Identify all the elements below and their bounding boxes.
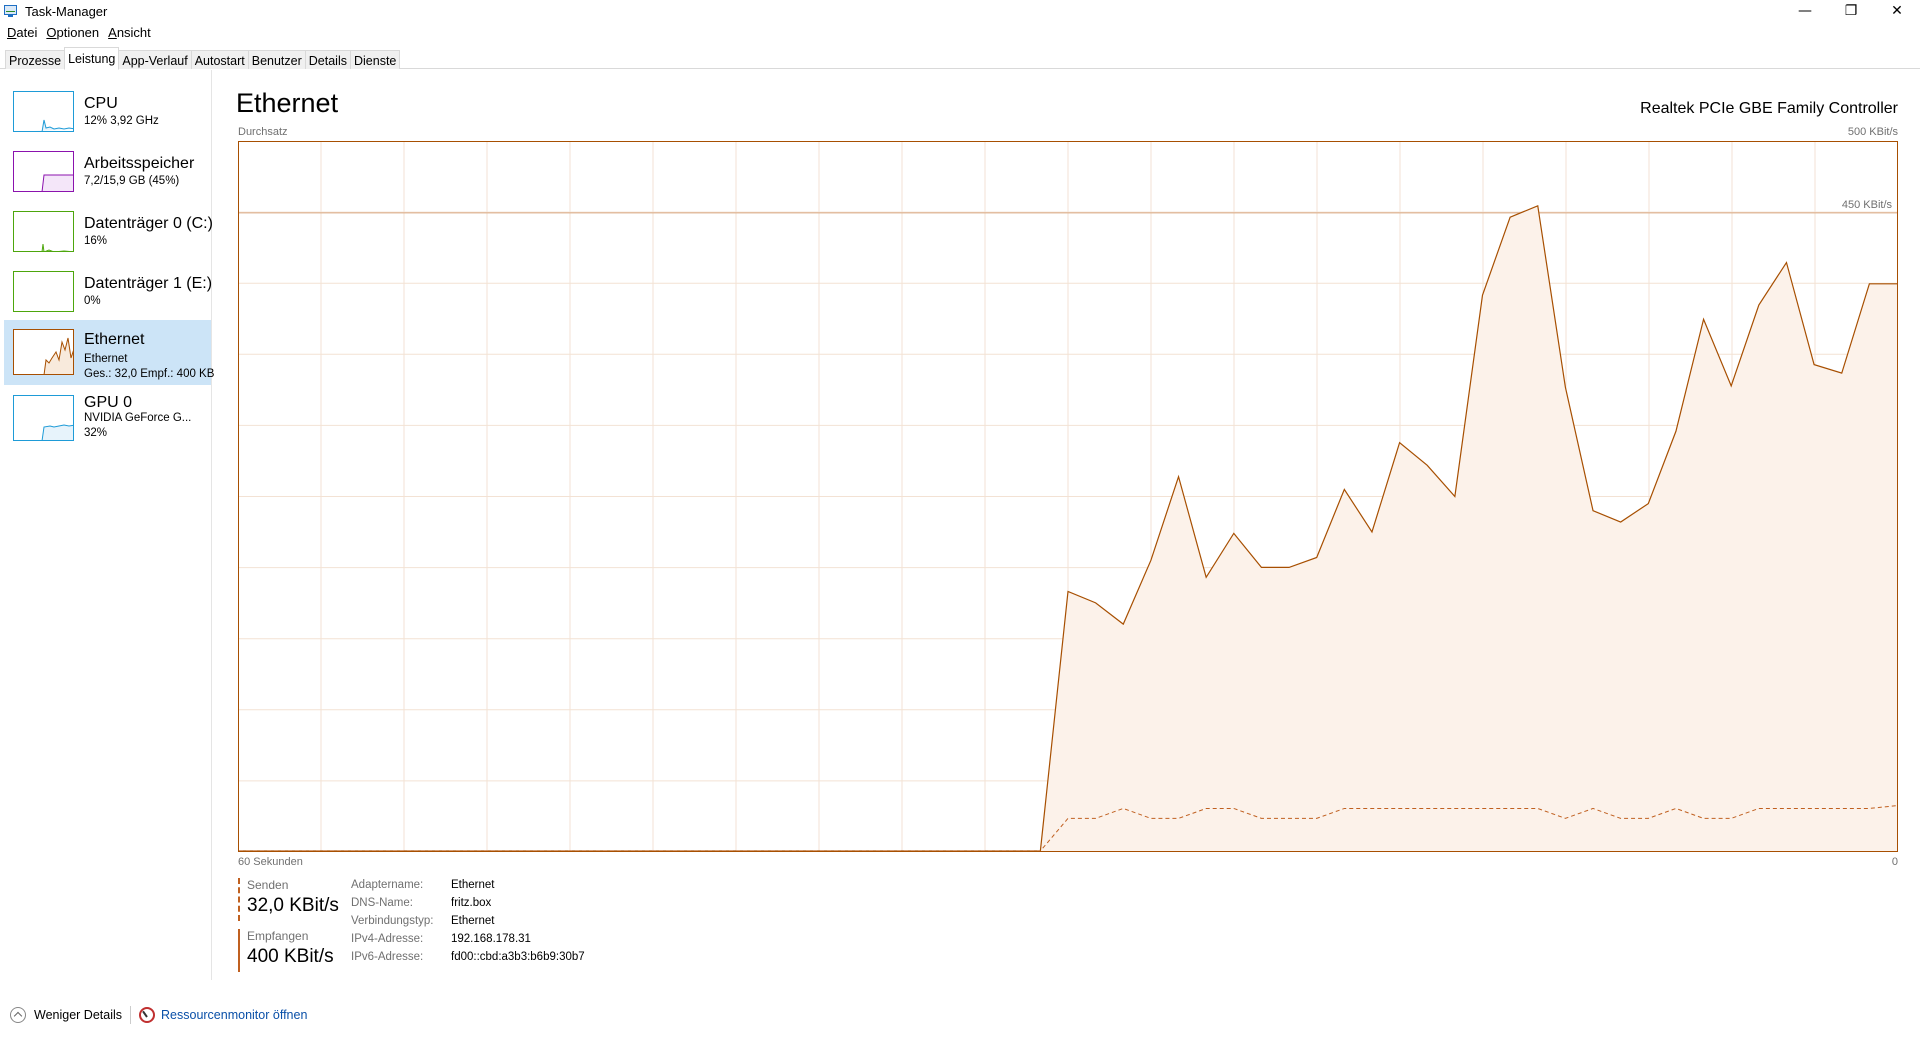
footer-bar: Weniger Details Ressourcenmonitor öffnen <box>0 1004 1920 1026</box>
adapter-properties: Adaptername: Ethernet DNS-Name: fritz.bo… <box>351 879 585 969</box>
property-value: fd00::cbd:a3b3:b6b9:30b7 <box>451 951 585 963</box>
send-label: Senden <box>247 878 289 892</box>
receive-stat: Empfangen 400 KBit/s <box>238 929 334 972</box>
property-row: IPv6-Adresse: fd00::cbd:a3b3:b6b9:30b7 <box>351 951 585 969</box>
property-row: DNS-Name: fritz.box <box>351 897 585 915</box>
menu-ansicht[interactable]: Ansicht <box>101 22 151 42</box>
chart-max-label: 500 KBit/s <box>1847 126 1898 138</box>
fewer-details-button[interactable]: Weniger Details <box>34 1008 122 1022</box>
property-value: 192.168.178.31 <box>451 933 531 945</box>
sidebar-item-detail: 16% <box>84 235 108 247</box>
tab-benutzer[interactable]: Benutzer <box>247 50 306 69</box>
sidebar-item-detail: 7,2/15,9 GB (45%) <box>84 175 180 187</box>
chart-title: Durchsatz <box>238 126 288 138</box>
sidebar-item-title: Datenträger 1 (E:) <box>84 275 213 292</box>
disk-thumbnail-graph <box>13 211 74 252</box>
chart-time-start: 60 Sekunden <box>238 856 303 868</box>
disk-thumbnail-graph <box>13 271 74 312</box>
tab-app-verlauf[interactable]: App-Verlauf <box>118 50 192 69</box>
property-row: Adaptername: Ethernet <box>351 879 585 897</box>
sidebar-item-disk-1[interactable]: Datenträger 1 (E:) 0% <box>4 258 213 318</box>
sidebar-item-detail: Ethernet <box>84 353 128 365</box>
scale-line-label: 450 KBit/s <box>1842 199 1893 211</box>
footer-divider <box>130 1006 132 1024</box>
property-key: Verbindungstyp: <box>351 915 434 927</box>
throughput-chart-svg: 450 KBit/s <box>238 141 1898 852</box>
cpu-thumbnail-graph <box>13 91 74 132</box>
property-value: Ethernet <box>451 915 495 927</box>
property-key: IPv4-Adresse: <box>351 933 424 945</box>
sidebar-item-disk-0[interactable]: Datenträger 0 (C:) 16% <box>4 198 213 258</box>
sidebar-item-detail: NVIDIA GeForce G... <box>84 412 192 424</box>
title-bar: Task-Manager — ❐ ✕ <box>0 0 1920 22</box>
tab-prozesse[interactable]: Prozesse <box>5 50 66 69</box>
tab-autostart[interactable]: Autostart <box>190 50 249 69</box>
sidebar-item-detail: 32% <box>84 427 108 439</box>
chart-time-end: 0 <box>1891 856 1898 868</box>
gpu-thumbnail-graph <box>13 395 74 441</box>
close-button[interactable]: ✕ <box>1874 0 1920 22</box>
sidebar-item-title: Datenträger 0 (C:) <box>84 215 213 232</box>
adapter-model: Realtek PCIe GBE Family Controller <box>1640 100 1898 117</box>
menu-datei[interactable]: Datei <box>0 22 37 42</box>
minimize-button[interactable]: — <box>1782 0 1828 22</box>
sidebar-item-ethernet[interactable]: Ethernet Ethernet Ges.: 32,0 Empf.: 400 … <box>4 320 215 385</box>
maximize-button[interactable]: ❐ <box>1828 0 1874 22</box>
memory-thumbnail-graph <box>13 151 74 192</box>
sidebar-item-title: Arbeitsspeicher <box>84 155 195 172</box>
menu-bar: Datei Optionen Ansicht <box>0 22 153 42</box>
chevron-up-icon[interactable] <box>10 1007 26 1023</box>
tab-leistung[interactable]: Leistung <box>64 47 120 70</box>
sidebar-item-title: CPU <box>84 95 118 112</box>
property-value: Ethernet <box>451 879 495 891</box>
sidebar-item-detail: 12% 3,92 GHz <box>84 115 159 127</box>
tab-bar: Prozesse Leistung App-Verlauf Autostart … <box>0 47 1920 70</box>
send-stat: Senden 32,0 KBit/s <box>238 878 339 921</box>
property-key: IPv6-Adresse: <box>351 951 424 963</box>
property-key: Adaptername: <box>351 879 424 891</box>
ethernet-thumbnail-graph <box>13 329 74 375</box>
tab-dienste[interactable]: Dienste <box>349 50 401 69</box>
send-value: 32,0 KBit/s <box>247 895 339 916</box>
property-value: fritz.box <box>451 897 492 909</box>
throughput-chart: 450 KBit/s <box>238 141 1898 852</box>
window-title: Task-Manager <box>25 3 108 19</box>
property-row: Verbindungstyp: Ethernet <box>351 915 585 933</box>
resource-sidebar: CPU 12% 3,92 GHz Arbeitsspeicher 7,2/15,… <box>0 70 215 980</box>
window-controls: — ❐ ✕ <box>1782 0 1920 22</box>
resource-monitor-link[interactable]: Ressourcenmonitor öffnen <box>161 1008 307 1022</box>
receive-value: 400 KBit/s <box>247 946 334 967</box>
tab-details[interactable]: Details <box>304 50 351 69</box>
property-key: DNS-Name: <box>351 897 413 909</box>
sidebar-item-detail: 0% <box>84 295 101 307</box>
resource-monitor-icon[interactable] <box>139 1007 156 1023</box>
property-row: IPv4-Adresse: 192.168.178.31 <box>351 933 585 951</box>
sidebar-item-cpu[interactable]: CPU 12% 3,92 GHz <box>4 78 211 138</box>
sidebar-item-detail: Ges.: 32,0 Empf.: 400 KB <box>84 368 215 380</box>
page-title: Ethernet <box>236 88 339 118</box>
sidebar-item-memory[interactable]: Arbeitsspeicher 7,2/15,9 GB (45%) <box>4 138 211 198</box>
sidebar-item-title: Ethernet <box>84 331 145 348</box>
sidebar-item-gpu[interactable]: GPU 0 NVIDIA GeForce G... 32% <box>4 388 211 448</box>
receive-label: Empfangen <box>247 929 309 943</box>
sidebar-item-title: GPU 0 <box>84 394 133 411</box>
task-manager-icon <box>3 3 19 19</box>
menu-optionen[interactable]: Optionen <box>39 22 99 42</box>
